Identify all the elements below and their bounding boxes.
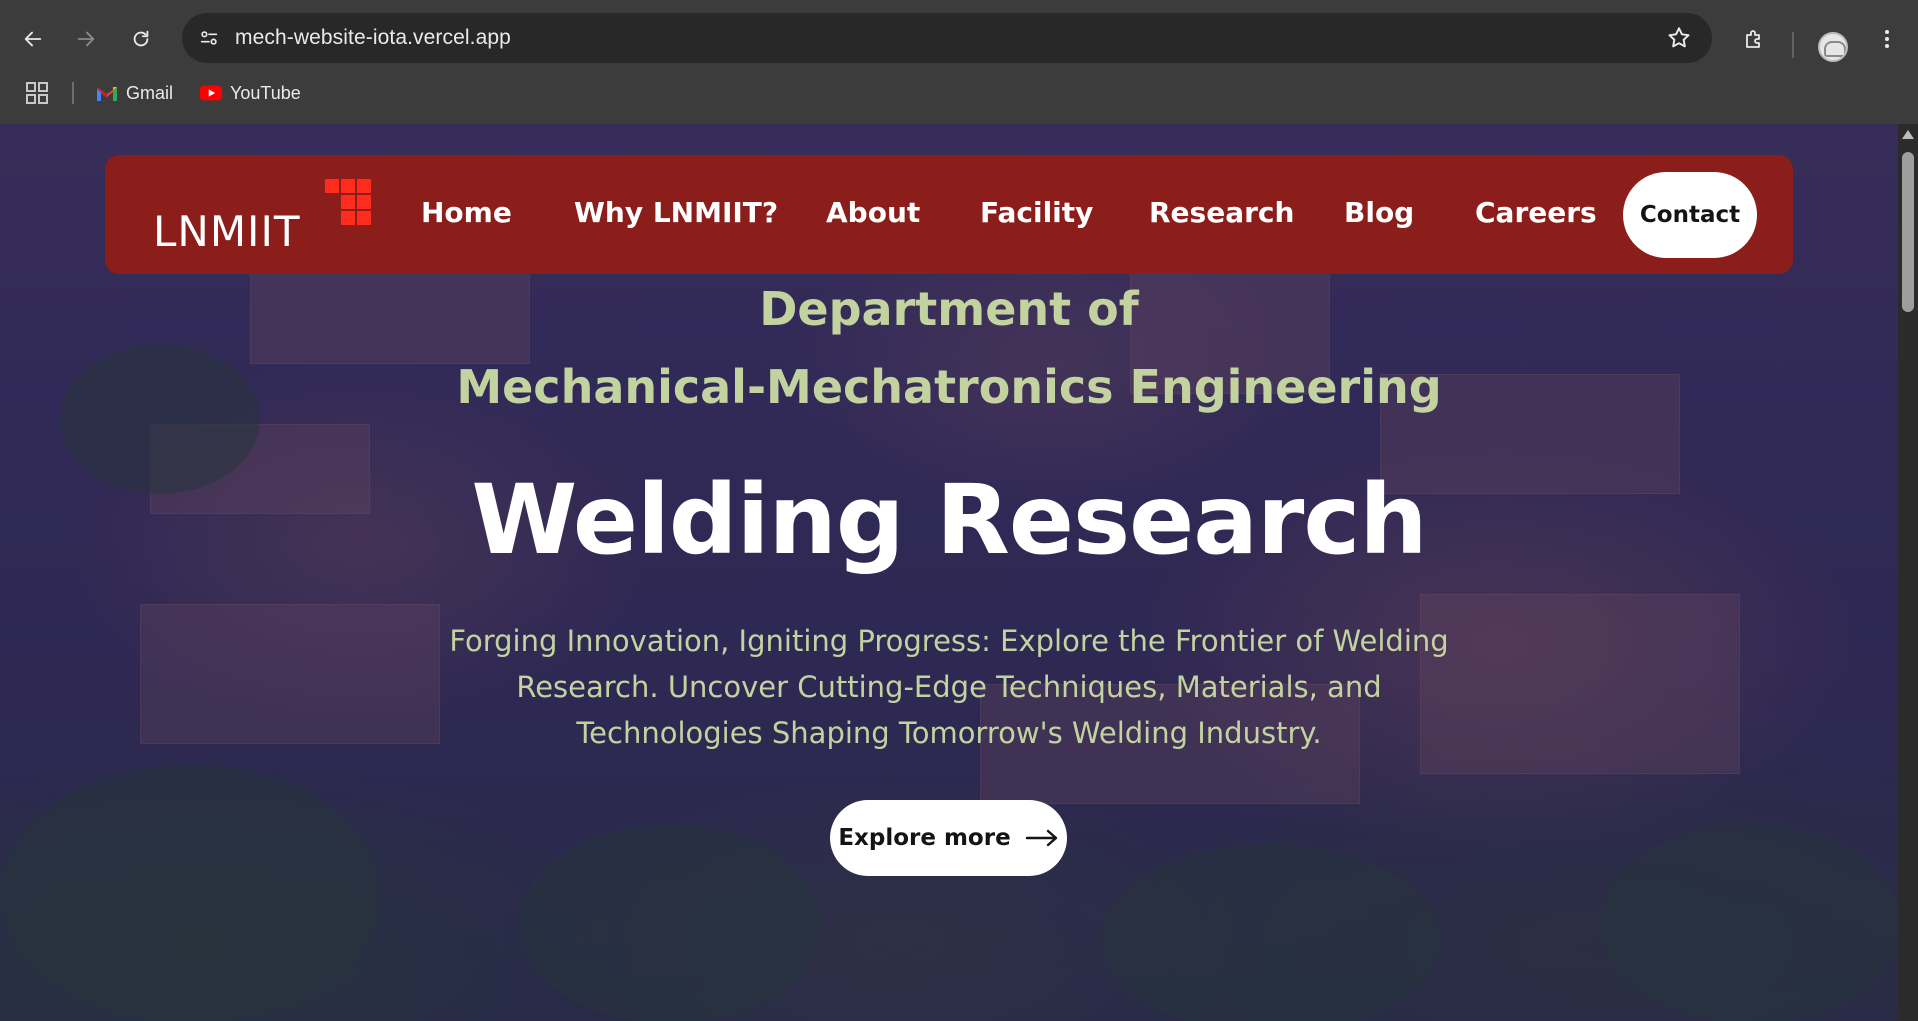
department-line-2: Mechanical-Mechatronics Engineering: [456, 360, 1442, 414]
hero-title: Welding Research: [471, 464, 1427, 576]
scrollbar-thumb[interactable]: [1902, 152, 1914, 312]
bookmark-youtube-label: YouTube: [230, 82, 301, 103]
bookmark-gmail-label: Gmail: [126, 82, 174, 103]
toolbar-divider: [1792, 32, 1794, 58]
explore-more-label: Explore more: [838, 825, 1011, 851]
bookmarks-separator: [72, 82, 74, 104]
kebab-menu-icon: [1885, 30, 1889, 48]
site-settings-icon[interactable]: [196, 25, 222, 51]
bookmark-youtube[interactable]: YouTube: [200, 78, 301, 108]
reload-button[interactable]: [124, 22, 158, 56]
apps-grid-icon[interactable]: [26, 82, 48, 104]
explore-more-button[interactable]: Explore more: [830, 800, 1067, 876]
forward-button[interactable]: [69, 22, 103, 56]
arrow-right-icon: [1025, 829, 1057, 847]
menu-button[interactable]: [1870, 22, 1904, 56]
bookmarks-bar: Gmail YouTube: [0, 72, 1918, 112]
arrow-left-icon: [24, 31, 42, 47]
browser-chrome: mech-website-iota.vercel.app Gmail YouTu…: [0, 0, 1918, 124]
hero-section: Department of Mechanical-Mechatronics En…: [0, 124, 1898, 1021]
youtube-icon: [200, 85, 222, 101]
hero-subtitle: Forging Innovation, Igniting Progress: E…: [449, 624, 1449, 750]
url-text[interactable]: mech-website-iota.vercel.app: [235, 26, 511, 50]
reload-icon: [133, 30, 149, 47]
scroll-up-icon[interactable]: [1902, 130, 1914, 139]
department-line-1: Department of: [759, 282, 1139, 336]
gmail-icon: [97, 87, 117, 101]
bookmark-gmail[interactable]: Gmail: [96, 78, 173, 108]
browser-toolbar: mech-website-iota.vercel.app: [0, 10, 1918, 66]
address-bar[interactable]: mech-website-iota.vercel.app: [182, 13, 1712, 63]
extensions-button[interactable]: [1737, 22, 1771, 56]
page-scrollbar[interactable]: [1898, 124, 1918, 1021]
arrow-right-icon: [77, 31, 95, 47]
profile-avatar[interactable]: [1818, 32, 1848, 62]
back-button[interactable]: [16, 22, 50, 56]
bookmark-star-icon[interactable]: [1666, 25, 1692, 51]
page-viewport: LNMIIT Home Why LNMIIT? About Facility R…: [0, 124, 1898, 1021]
puzzle-icon: [1746, 30, 1760, 48]
